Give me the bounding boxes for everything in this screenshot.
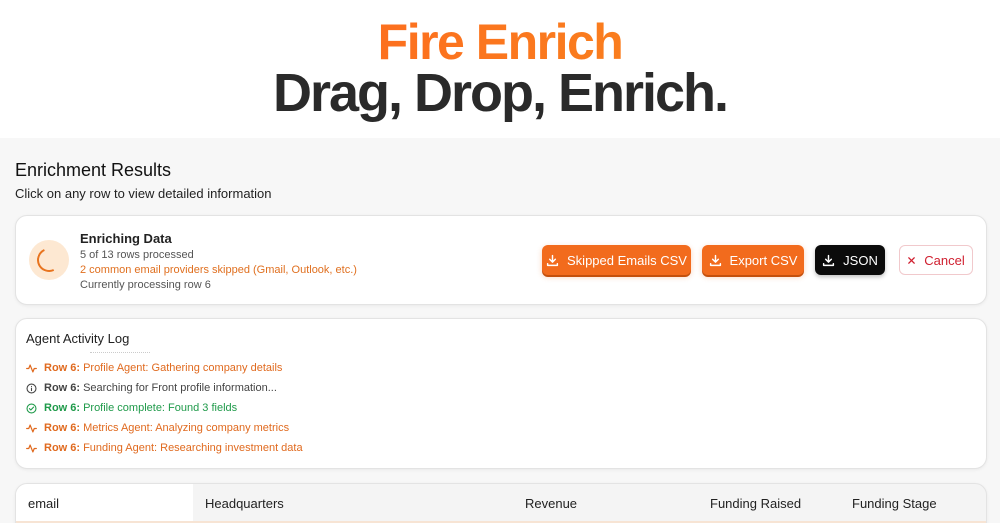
current-row-text: Currently processing row 6 — [80, 279, 211, 291]
log-entry: Row 6: Profile Agent: Gathering company … — [26, 360, 282, 376]
status-title: Enriching Data — [80, 231, 172, 246]
skipped-emails-csv-button[interactable]: Skipped Emails CSV — [542, 245, 691, 275]
column-header-email[interactable]: email — [16, 484, 193, 522]
column-header-revenue[interactable]: Revenue — [513, 484, 698, 522]
hero-header: Fire Enrich Drag, Drop, Enrich. — [0, 0, 1000, 138]
log-row-label: Row 6: — [44, 442, 81, 454]
export-csv-label: Export CSV — [729, 252, 798, 268]
log-message: Funding Agent: Researching investment da… — [83, 442, 303, 454]
download-icon — [709, 254, 722, 267]
enrichment-status-card: Enriching Data 5 of 13 rows processed 2 … — [15, 215, 987, 305]
log-entry: Row 6: Funding Agent: Researching invest… — [26, 440, 303, 456]
log-entry: Row 6: Metrics Agent: Analyzing company … — [26, 420, 289, 436]
column-header-funding-stage[interactable]: Funding Stage — [840, 484, 986, 522]
cancel-label: Cancel — [924, 252, 965, 268]
download-icon — [546, 254, 559, 267]
column-header-funding-raised[interactable]: Funding Raised — [698, 484, 840, 522]
close-icon — [907, 256, 916, 265]
export-csv-button[interactable]: Export CSV — [702, 245, 804, 275]
check-circle-icon — [26, 402, 38, 414]
results-subtitle: Click on any row to view detailed inform… — [15, 186, 272, 201]
results-title: Enrichment Results — [15, 160, 172, 180]
log-entry: Row 6: Profile complete: Found 3 fields — [26, 400, 237, 416]
activity-icon — [26, 362, 38, 374]
loading-spinner — [29, 240, 69, 280]
log-row-label: Row 6: — [44, 402, 81, 414]
log-title: Agent Activity Log — [26, 331, 130, 346]
log-row-label: Row 6: — [44, 422, 81, 434]
info-icon — [26, 382, 38, 394]
spinner-icon — [33, 244, 65, 276]
download-icon — [822, 254, 835, 267]
export-json-button[interactable]: JSON — [815, 245, 885, 275]
results-table: email Headquarters Revenue Funding Raise… — [15, 483, 987, 523]
skipped-emails-csv-label: Skipped Emails CSV — [567, 252, 687, 268]
skipped-providers-text: 2 common email providers skipped (Gmail,… — [80, 264, 357, 276]
log-row-label: Row 6: — [44, 362, 81, 374]
log-row-label: Row 6: — [44, 382, 81, 394]
activity-icon — [26, 422, 38, 434]
log-message: Profile complete: Found 3 fields — [83, 402, 238, 414]
hero-tagline: Drag, Drop, Enrich. — [272, 63, 729, 123]
cancel-button[interactable]: Cancel — [899, 245, 973, 275]
log-message: Profile Agent: Gathering company details — [83, 362, 283, 374]
agent-activity-log: Agent Activity Log Row 6: Profile Agent:… — [15, 318, 987, 469]
scroll-fade — [90, 352, 150, 355]
log-message: Searching for Front profile information.… — [83, 382, 277, 394]
column-header-headquarters[interactable]: Headquarters — [193, 484, 513, 522]
rows-processed-text: 5 of 13 rows processed — [80, 249, 194, 261]
log-entry: Row 6: Searching for Front profile infor… — [26, 380, 277, 396]
json-label: JSON — [843, 252, 878, 268]
activity-icon — [26, 442, 38, 454]
log-message: Metrics Agent: Analyzing company metrics — [83, 422, 290, 434]
